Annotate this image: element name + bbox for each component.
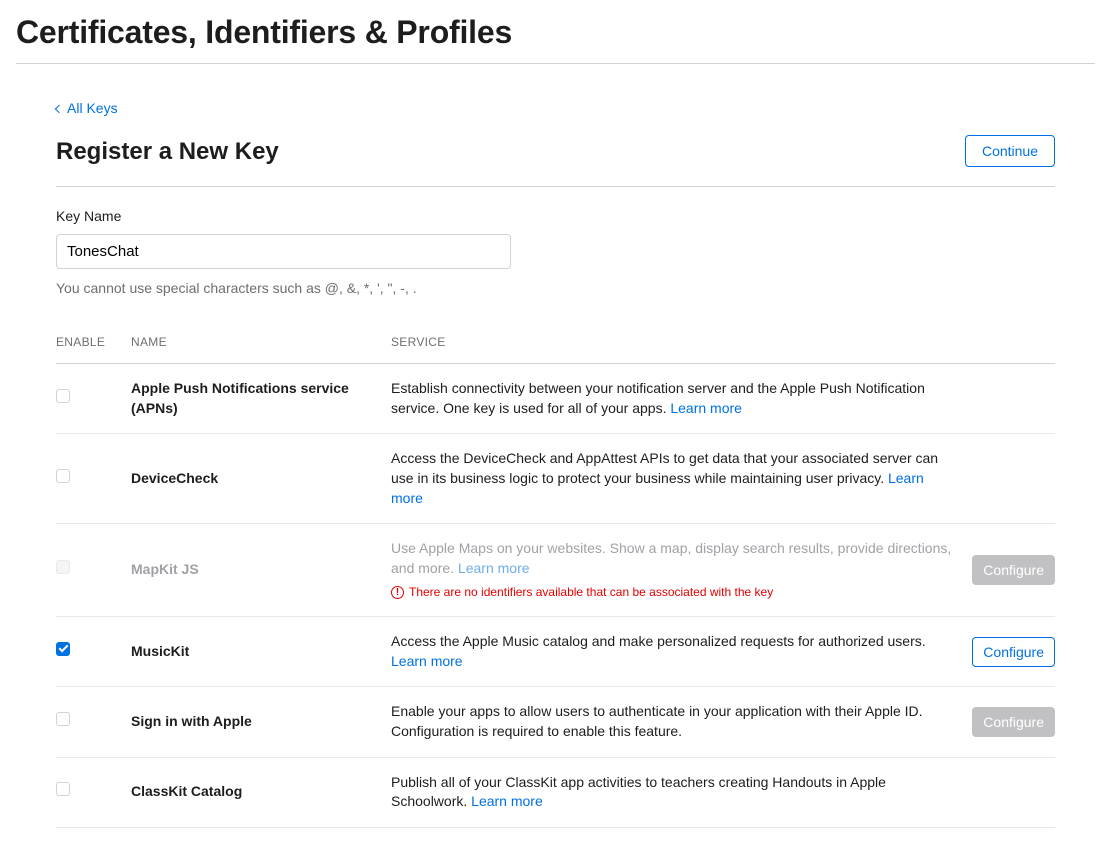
page-title: Certificates, Identifiers & Profiles bbox=[16, 10, 1095, 55]
warning-text: There are no identifiers available that … bbox=[409, 584, 773, 601]
key-name-helper: You cannot use special characters such a… bbox=[56, 279, 1055, 299]
section-title: Register a New Key bbox=[56, 135, 279, 169]
back-link-all-keys[interactable]: All Keys bbox=[56, 99, 118, 119]
services-table: ENABLE NAME SERVICE Apple Push Notificat… bbox=[56, 334, 1055, 827]
table-row-signinapple: Sign in with Apple Enable your apps to a… bbox=[56, 687, 1055, 757]
enable-checkbox-apns[interactable] bbox=[56, 389, 70, 403]
service-name: DeviceCheck bbox=[131, 470, 218, 486]
back-link-label: All Keys bbox=[67, 99, 118, 119]
th-name: NAME bbox=[131, 334, 391, 351]
table-row-mapkitjs: MapKit JS Use Apple Maps on your website… bbox=[56, 524, 1055, 617]
table-header: ENABLE NAME SERVICE bbox=[56, 334, 1055, 364]
learn-more-link[interactable]: Learn more bbox=[471, 793, 543, 809]
configure-button-signinapple: Configure bbox=[972, 707, 1055, 737]
key-name-input[interactable] bbox=[56, 234, 511, 269]
learn-more-link[interactable]: Learn more bbox=[391, 653, 463, 669]
service-desc: Access the DeviceCheck and AppAttest API… bbox=[391, 450, 938, 486]
warning-icon: ! bbox=[391, 586, 404, 599]
key-name-label: Key Name bbox=[56, 207, 1055, 227]
service-desc: Access the Apple Music catalog and make … bbox=[391, 633, 926, 649]
table-row-devicecheck: DeviceCheck Access the DeviceCheck and A… bbox=[56, 434, 1055, 524]
learn-more-link[interactable]: Learn more bbox=[458, 560, 530, 576]
table-row-classkit: ClassKit Catalog Publish all of your Cla… bbox=[56, 758, 1055, 828]
enable-checkbox-devicecheck[interactable] bbox=[56, 469, 70, 483]
th-service: SERVICE bbox=[391, 334, 963, 351]
service-name: MapKit JS bbox=[131, 561, 199, 577]
table-row-apns: Apple Push Notifications service (APNs) … bbox=[56, 364, 1055, 434]
service-name: Apple Push Notifications service (APNs) bbox=[131, 380, 349, 416]
service-desc: Establish connectivity between your noti… bbox=[391, 380, 925, 416]
enable-checkbox-musickit[interactable] bbox=[56, 642, 70, 656]
service-name: MusicKit bbox=[131, 643, 189, 659]
service-desc: Enable your apps to allow users to authe… bbox=[391, 703, 923, 739]
configure-button-musickit[interactable]: Configure bbox=[972, 637, 1055, 667]
chevron-left-icon bbox=[55, 105, 63, 113]
th-enable: ENABLE bbox=[56, 334, 131, 351]
continue-button[interactable]: Continue bbox=[965, 135, 1055, 167]
page-header: Certificates, Identifiers & Profiles bbox=[16, 0, 1095, 64]
service-name: Sign in with Apple bbox=[131, 713, 252, 729]
th-action bbox=[963, 334, 1055, 351]
enable-checkbox-mapkitjs bbox=[56, 560, 70, 574]
section-head: Register a New Key Continue bbox=[56, 135, 1055, 188]
learn-more-link[interactable]: Learn more bbox=[670, 400, 742, 416]
table-row-musickit: MusicKit Access the Apple Music catalog … bbox=[56, 617, 1055, 687]
service-desc: Publish all of your ClassKit app activit… bbox=[391, 774, 886, 810]
enable-checkbox-signinapple[interactable] bbox=[56, 712, 70, 726]
configure-button-mapkitjs: Configure bbox=[972, 555, 1055, 585]
enable-checkbox-classkit[interactable] bbox=[56, 782, 70, 796]
warning-line: ! There are no identifiers available tha… bbox=[391, 584, 953, 601]
service-name: ClassKit Catalog bbox=[131, 783, 242, 799]
